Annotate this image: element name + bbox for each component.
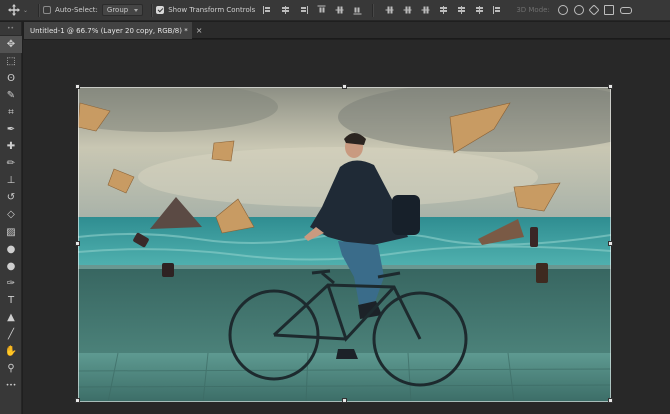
type-tool-icon: T (7, 294, 15, 306)
document-canvas[interactable] (78, 87, 611, 402)
brush-tool-button[interactable]: ✏ (0, 156, 22, 173)
transform-handle-bottom[interactable] (342, 398, 347, 403)
pen-tool-icon: ✑ (6, 277, 16, 289)
separator (38, 3, 40, 17)
options-bar: ⌄ Auto-Select: Group Show Transform Cont… (0, 0, 670, 21)
lasso-tool-icon: ʘ (7, 72, 15, 84)
zoom-tool-icon: ⚲ (7, 363, 15, 375)
marquee-tool-icon: ⬚ (6, 55, 16, 67)
transform-handle-bottom-right[interactable] (608, 398, 613, 403)
tool-list: ✥ ⬚ ʘ ✎ ⌗ ✒ ✚ ✏ ⊥ ↺ ◇ ▨ ● ● ✑ T ▲ ╱ ✋ ⚲ ••• (0, 36, 22, 395)
gradient-tool-icon: ▨ (6, 226, 16, 238)
blur-tool-icon: ● (6, 243, 16, 255)
distribute-vertical-centers-icon[interactable] (403, 6, 413, 15)
hand-tool-button[interactable]: ✋ (0, 344, 22, 361)
hand-tool-icon: ✋ (4, 346, 18, 358)
path-select-tool-icon: ▲ (7, 312, 15, 324)
transform-handle-right[interactable] (608, 241, 613, 246)
show-transform-check-box[interactable] (156, 6, 165, 14)
dodge-tool-icon: ● (6, 260, 16, 272)
composite-photo (78, 87, 611, 402)
document-tab-title: Untitled-1 @ 66.7% (Layer 20 copy, RGB/8… (30, 26, 188, 35)
history-brush-tool-button[interactable]: ↺ (0, 190, 22, 207)
slide-3d-icon[interactable] (603, 5, 614, 15)
move-tool-icon: ✥ (6, 38, 16, 50)
line-tool-button[interactable]: ╱ (0, 327, 22, 344)
align-top-edges-icon[interactable] (317, 6, 327, 15)
blur-tool-button[interactable]: ● (0, 241, 22, 258)
tools-panel: •• ✥ ⬚ ʘ ✎ ⌗ ✒ ✚ ✏ ⊥ ↺ ◇ ▨ ● ● ✑ T ▲ ╱ ✋ ⚲ ••• (0, 22, 22, 414)
crop-tool-icon: ⌗ (8, 106, 14, 118)
pavement-area (78, 353, 611, 402)
dodge-tool-button[interactable]: ● (0, 258, 22, 275)
transform-handle-left[interactable] (75, 241, 80, 246)
separator (372, 3, 374, 17)
distribute-top-icon[interactable] (385, 6, 395, 15)
pen-tool-button[interactable]: ✑ (0, 275, 22, 292)
show-transform-checkbox[interactable]: Show Transform Controls (156, 6, 255, 14)
more-tools-button[interactable]: ••• (0, 378, 22, 395)
type-tool-button[interactable]: T (0, 292, 22, 309)
distribute-bottom-icon[interactable] (421, 6, 431, 15)
healing-brush-tool-button[interactable]: ✚ (0, 139, 22, 156)
auto-select-label: Auto-Select: (55, 6, 98, 14)
show-transform-label: Show Transform Controls (168, 6, 256, 14)
align-vertical-centers-icon[interactable] (335, 6, 345, 15)
eraser-tool-icon: ◇ (7, 209, 15, 221)
gradient-tool-button[interactable]: ▨ (0, 224, 22, 241)
more-tools-icon: ••• (5, 382, 17, 390)
tool-preset-picker[interactable]: ⌄ (0, 0, 34, 20)
scale-3d-icon[interactable] (619, 6, 632, 14)
healing-brush-tool-icon: ✚ (6, 141, 16, 153)
orbit-3d-icon[interactable] (557, 5, 568, 15)
close-icon[interactable]: × (196, 26, 203, 35)
eyedropper-tool-button[interactable]: ✒ (0, 121, 22, 138)
brush-tool-icon: ✏ (6, 158, 16, 170)
quick-select-tool-icon: ✎ (6, 89, 16, 101)
distribute-horizontal-centers-icon[interactable] (457, 5, 466, 15)
transform-handle-top-right[interactable] (608, 84, 613, 89)
path-select-tool-button[interactable]: ▲ (0, 310, 22, 327)
move-icon (8, 4, 20, 16)
document-tab[interactable]: Untitled-1 @ 66.7% (Layer 20 copy, RGB/8… (24, 22, 202, 39)
marquee-tool-button[interactable]: ⬚ (0, 53, 22, 70)
align-left-edges-icon[interactable] (263, 5, 272, 15)
3d-mode-label: 3D Mode: (516, 6, 550, 14)
align-bottom-edges-icon[interactable] (353, 6, 363, 15)
history-brush-tool-icon: ↺ (6, 192, 16, 204)
quick-select-tool-button[interactable]: ✎ (0, 87, 22, 104)
auto-select-checkbox[interactable]: Auto-Select: (43, 6, 98, 14)
auto-select-target-dropdown[interactable]: Group (101, 4, 144, 16)
line-tool-icon: ╱ (7, 329, 15, 341)
align-buttons (263, 5, 362, 15)
chevron-down-icon: ⌄ (23, 6, 29, 14)
transform-handle-bottom-left[interactable] (75, 398, 80, 403)
transform-handle-top[interactable] (342, 84, 347, 89)
document-tab-bar: Untitled-1 @ 66.7% (Layer 20 copy, RGB/8… (24, 22, 670, 39)
auto-select-check-box[interactable] (43, 6, 52, 14)
distribute-right-icon[interactable] (475, 5, 484, 15)
roll-3d-icon[interactable] (573, 5, 584, 15)
distribute-buttons (385, 5, 502, 15)
toolbar-grip[interactable]: •• (0, 22, 21, 36)
move-tool-button[interactable]: ✥ (0, 36, 22, 54)
pan-3d-icon[interactable] (588, 4, 600, 16)
auto-align-layers-icon[interactable] (493, 5, 502, 15)
distribute-left-icon[interactable] (439, 5, 448, 15)
canvas-workspace[interactable] (23, 40, 670, 414)
crop-tool-button[interactable]: ⌗ (0, 104, 22, 121)
clone-stamp-tool-button[interactable]: ⊥ (0, 173, 22, 190)
lasso-tool-button[interactable]: ʘ (0, 70, 22, 87)
separator (151, 3, 153, 17)
zoom-tool-button[interactable]: ⚲ (0, 361, 22, 378)
eraser-tool-button[interactable]: ◇ (0, 207, 22, 224)
transform-handle-top-left[interactable] (75, 84, 80, 89)
align-right-edges-icon[interactable] (299, 5, 308, 15)
eyedropper-tool-icon: ✒ (6, 124, 16, 136)
clone-stamp-tool-icon: ⊥ (6, 175, 16, 187)
align-horizontal-centers-icon[interactable] (281, 5, 290, 15)
